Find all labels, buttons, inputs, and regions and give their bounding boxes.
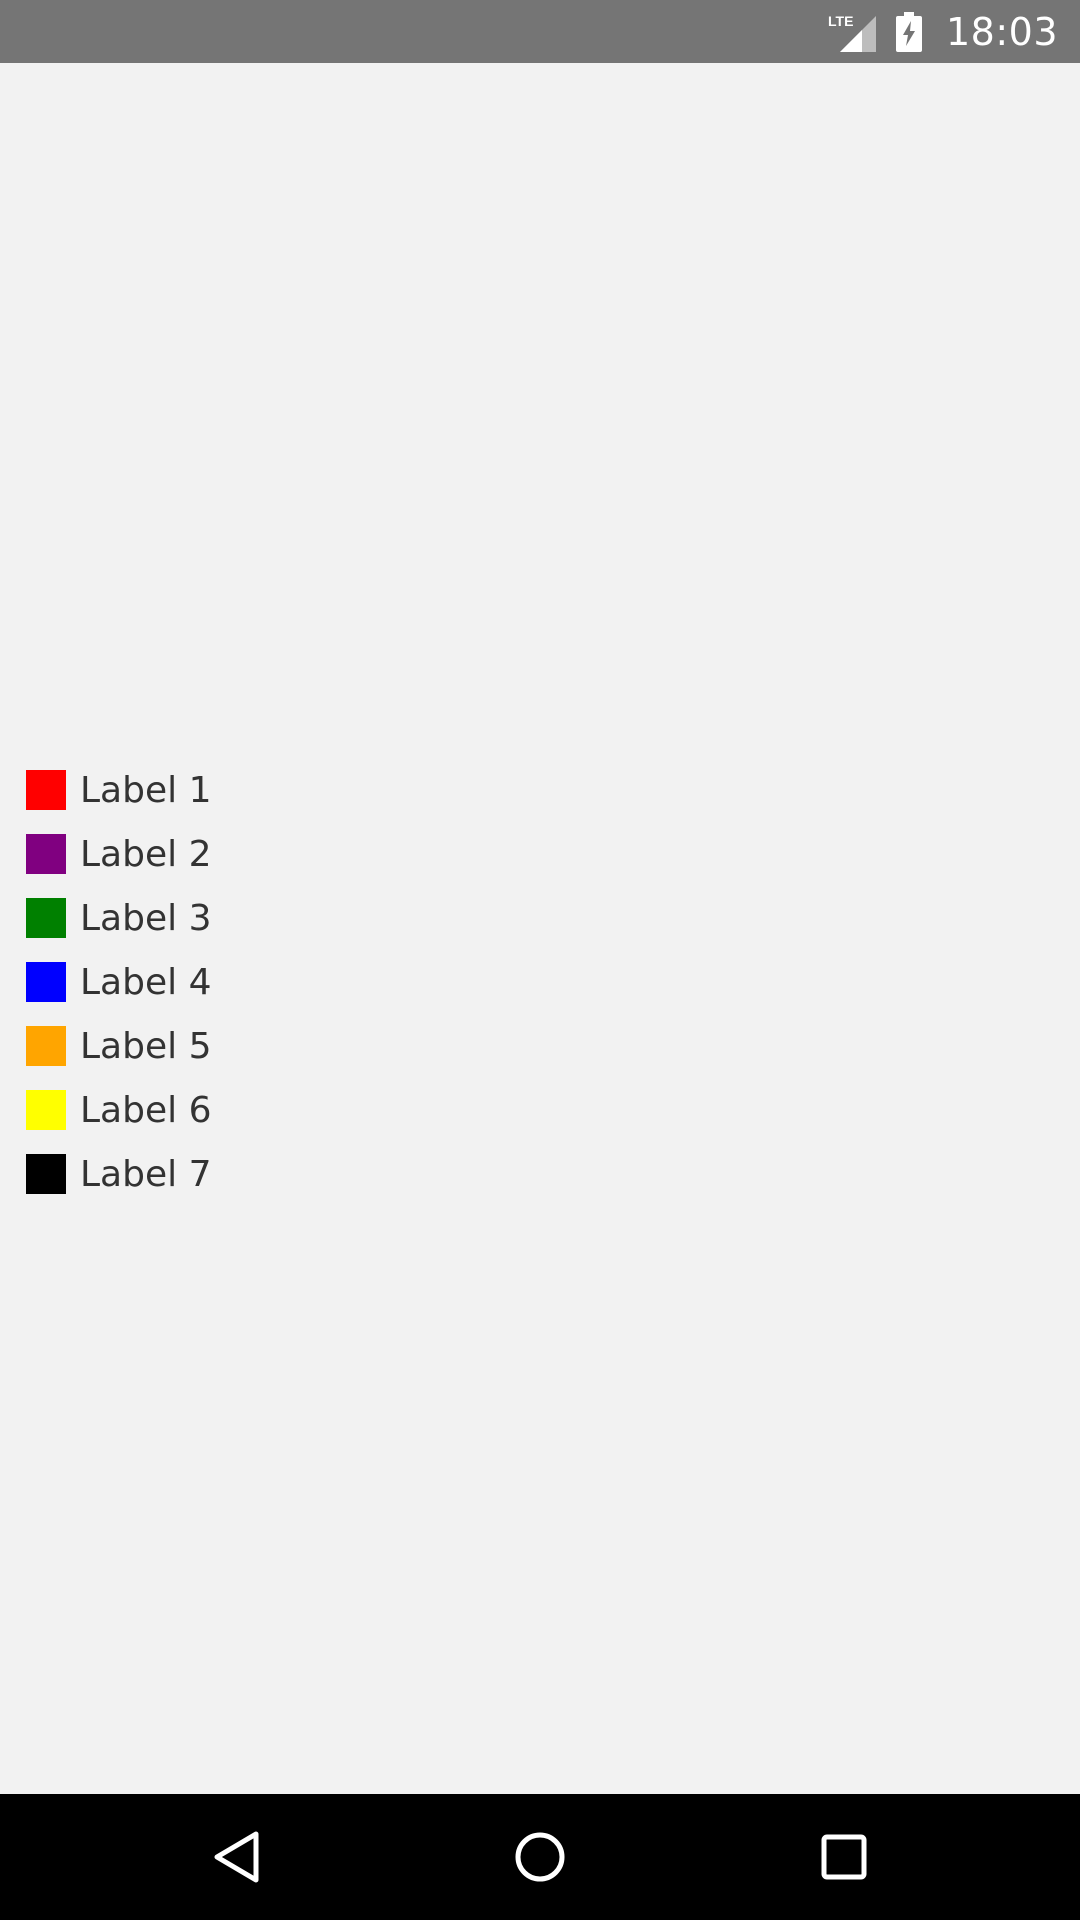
legend-label: Label 1 (80, 769, 212, 811)
legend-item: Label 4 (26, 950, 211, 1014)
navigation-bar (0, 1794, 1080, 1920)
main-content: Label 1 Label 2 Label 3 Label 4 Label 5 … (0, 63, 1080, 1794)
back-button[interactable] (166, 1794, 306, 1920)
legend-swatch (26, 834, 66, 874)
home-icon (515, 1832, 565, 1882)
battery-charging-icon (895, 11, 922, 52)
legend-item: Label 6 (26, 1078, 211, 1142)
legend-label: Label 2 (80, 833, 212, 875)
legend-swatch (26, 1026, 66, 1066)
legend-swatch (26, 898, 66, 938)
legend-item: Label 2 (26, 822, 211, 886)
legend-item: Label 7 (26, 1142, 211, 1206)
clock: 18:03 (945, 9, 1058, 54)
legend-swatch (26, 770, 66, 810)
recents-icon (821, 1834, 867, 1880)
recents-button[interactable] (774, 1794, 914, 1920)
back-icon (214, 1831, 259, 1883)
legend-item: Label 1 (26, 758, 211, 822)
legend-swatch (26, 1090, 66, 1130)
status-icons: LTE 18:03 (828, 0, 1058, 63)
legend-label: Label 5 (80, 1025, 212, 1067)
legend-label: Label 6 (80, 1089, 212, 1131)
legend-label: Label 4 (80, 961, 212, 1003)
home-button[interactable] (470, 1794, 610, 1920)
status-bar: LTE 18:03 (0, 0, 1080, 63)
lte-signal-icon: LTE (828, 12, 876, 52)
network-label: LTE (828, 13, 853, 29)
legend-swatch (26, 962, 66, 1002)
legend-swatch (26, 1154, 66, 1194)
legend: Label 1 Label 2 Label 3 Label 4 Label 5 … (26, 758, 211, 1206)
legend-label: Label 7 (80, 1153, 212, 1195)
legend-item: Label 5 (26, 1014, 211, 1078)
legend-label: Label 3 (80, 897, 212, 939)
legend-item: Label 3 (26, 886, 211, 950)
